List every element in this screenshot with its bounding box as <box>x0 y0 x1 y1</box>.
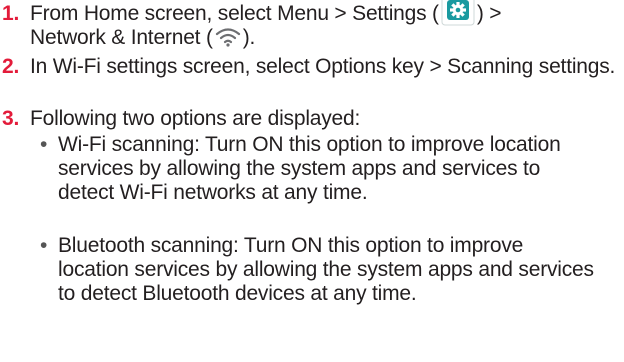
step-text: Network & Internet ( <box>30 26 213 50</box>
step-2: 2. In Wi-Fi settings screen, select Opti… <box>0 55 624 79</box>
bullet-text: Wi-Fi scanning: Turn ON this option to i… <box>58 133 561 204</box>
bullet-wifi-scanning: • Wi-Fi scanning: Turn ON this option to… <box>40 133 598 205</box>
step-text: In Wi-Fi settings screen, select Options… <box>30 55 616 78</box>
step-1-line-1: From Home screen, select Menu > Settings… <box>30 0 624 26</box>
instruction-document: 1. From Home screen, select Menu > Setti… <box>0 0 624 362</box>
bullet-text: Bluetooth scanning: Turn ON this option … <box>58 234 594 305</box>
step-text: Following two options are displayed: <box>30 107 361 130</box>
settings-gear-icon <box>441 0 475 26</box>
step-number: 3. <box>2 107 20 130</box>
step-1: 1. From Home screen, select Menu > Setti… <box>0 0 624 50</box>
wifi-icon <box>215 28 240 47</box>
step-text: From Home screen, select Menu > Settings… <box>30 2 439 25</box>
bullet-bluetooth-scanning: • Bluetooth scanning: Turn ON this optio… <box>40 234 598 306</box>
step-number: 2. <box>2 55 20 78</box>
bullet-marker: • <box>40 234 48 257</box>
step-3: 3. Following two options are displayed: <box>0 107 624 131</box>
step-number: 1. <box>2 2 20 25</box>
bullet-marker: • <box>40 133 48 156</box>
step-1-line-2: Network & Internet ( ). <box>30 26 624 50</box>
step-text: ) > <box>476 2 502 25</box>
step-text: ). <box>242 26 256 50</box>
